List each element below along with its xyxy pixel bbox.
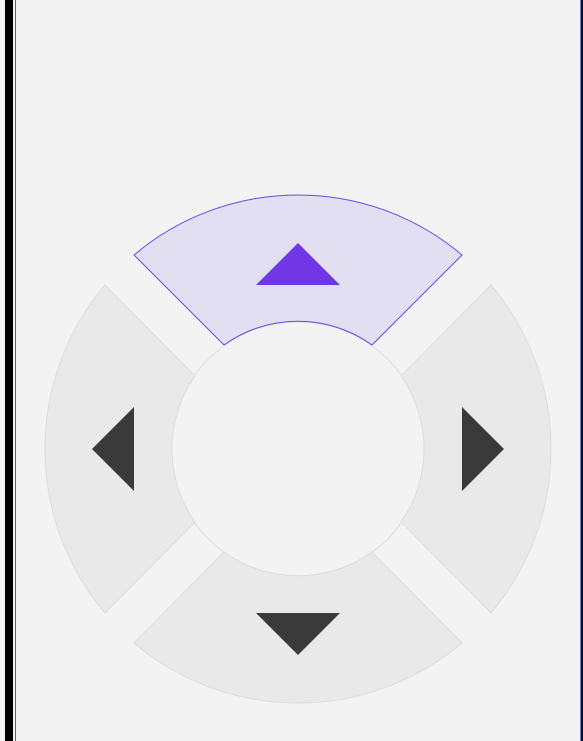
dpad-center	[170, 321, 426, 577]
dpad-control	[44, 194, 552, 704]
dpad-window	[0, 0, 583, 741]
right-edge-line	[580, 0, 581, 741]
